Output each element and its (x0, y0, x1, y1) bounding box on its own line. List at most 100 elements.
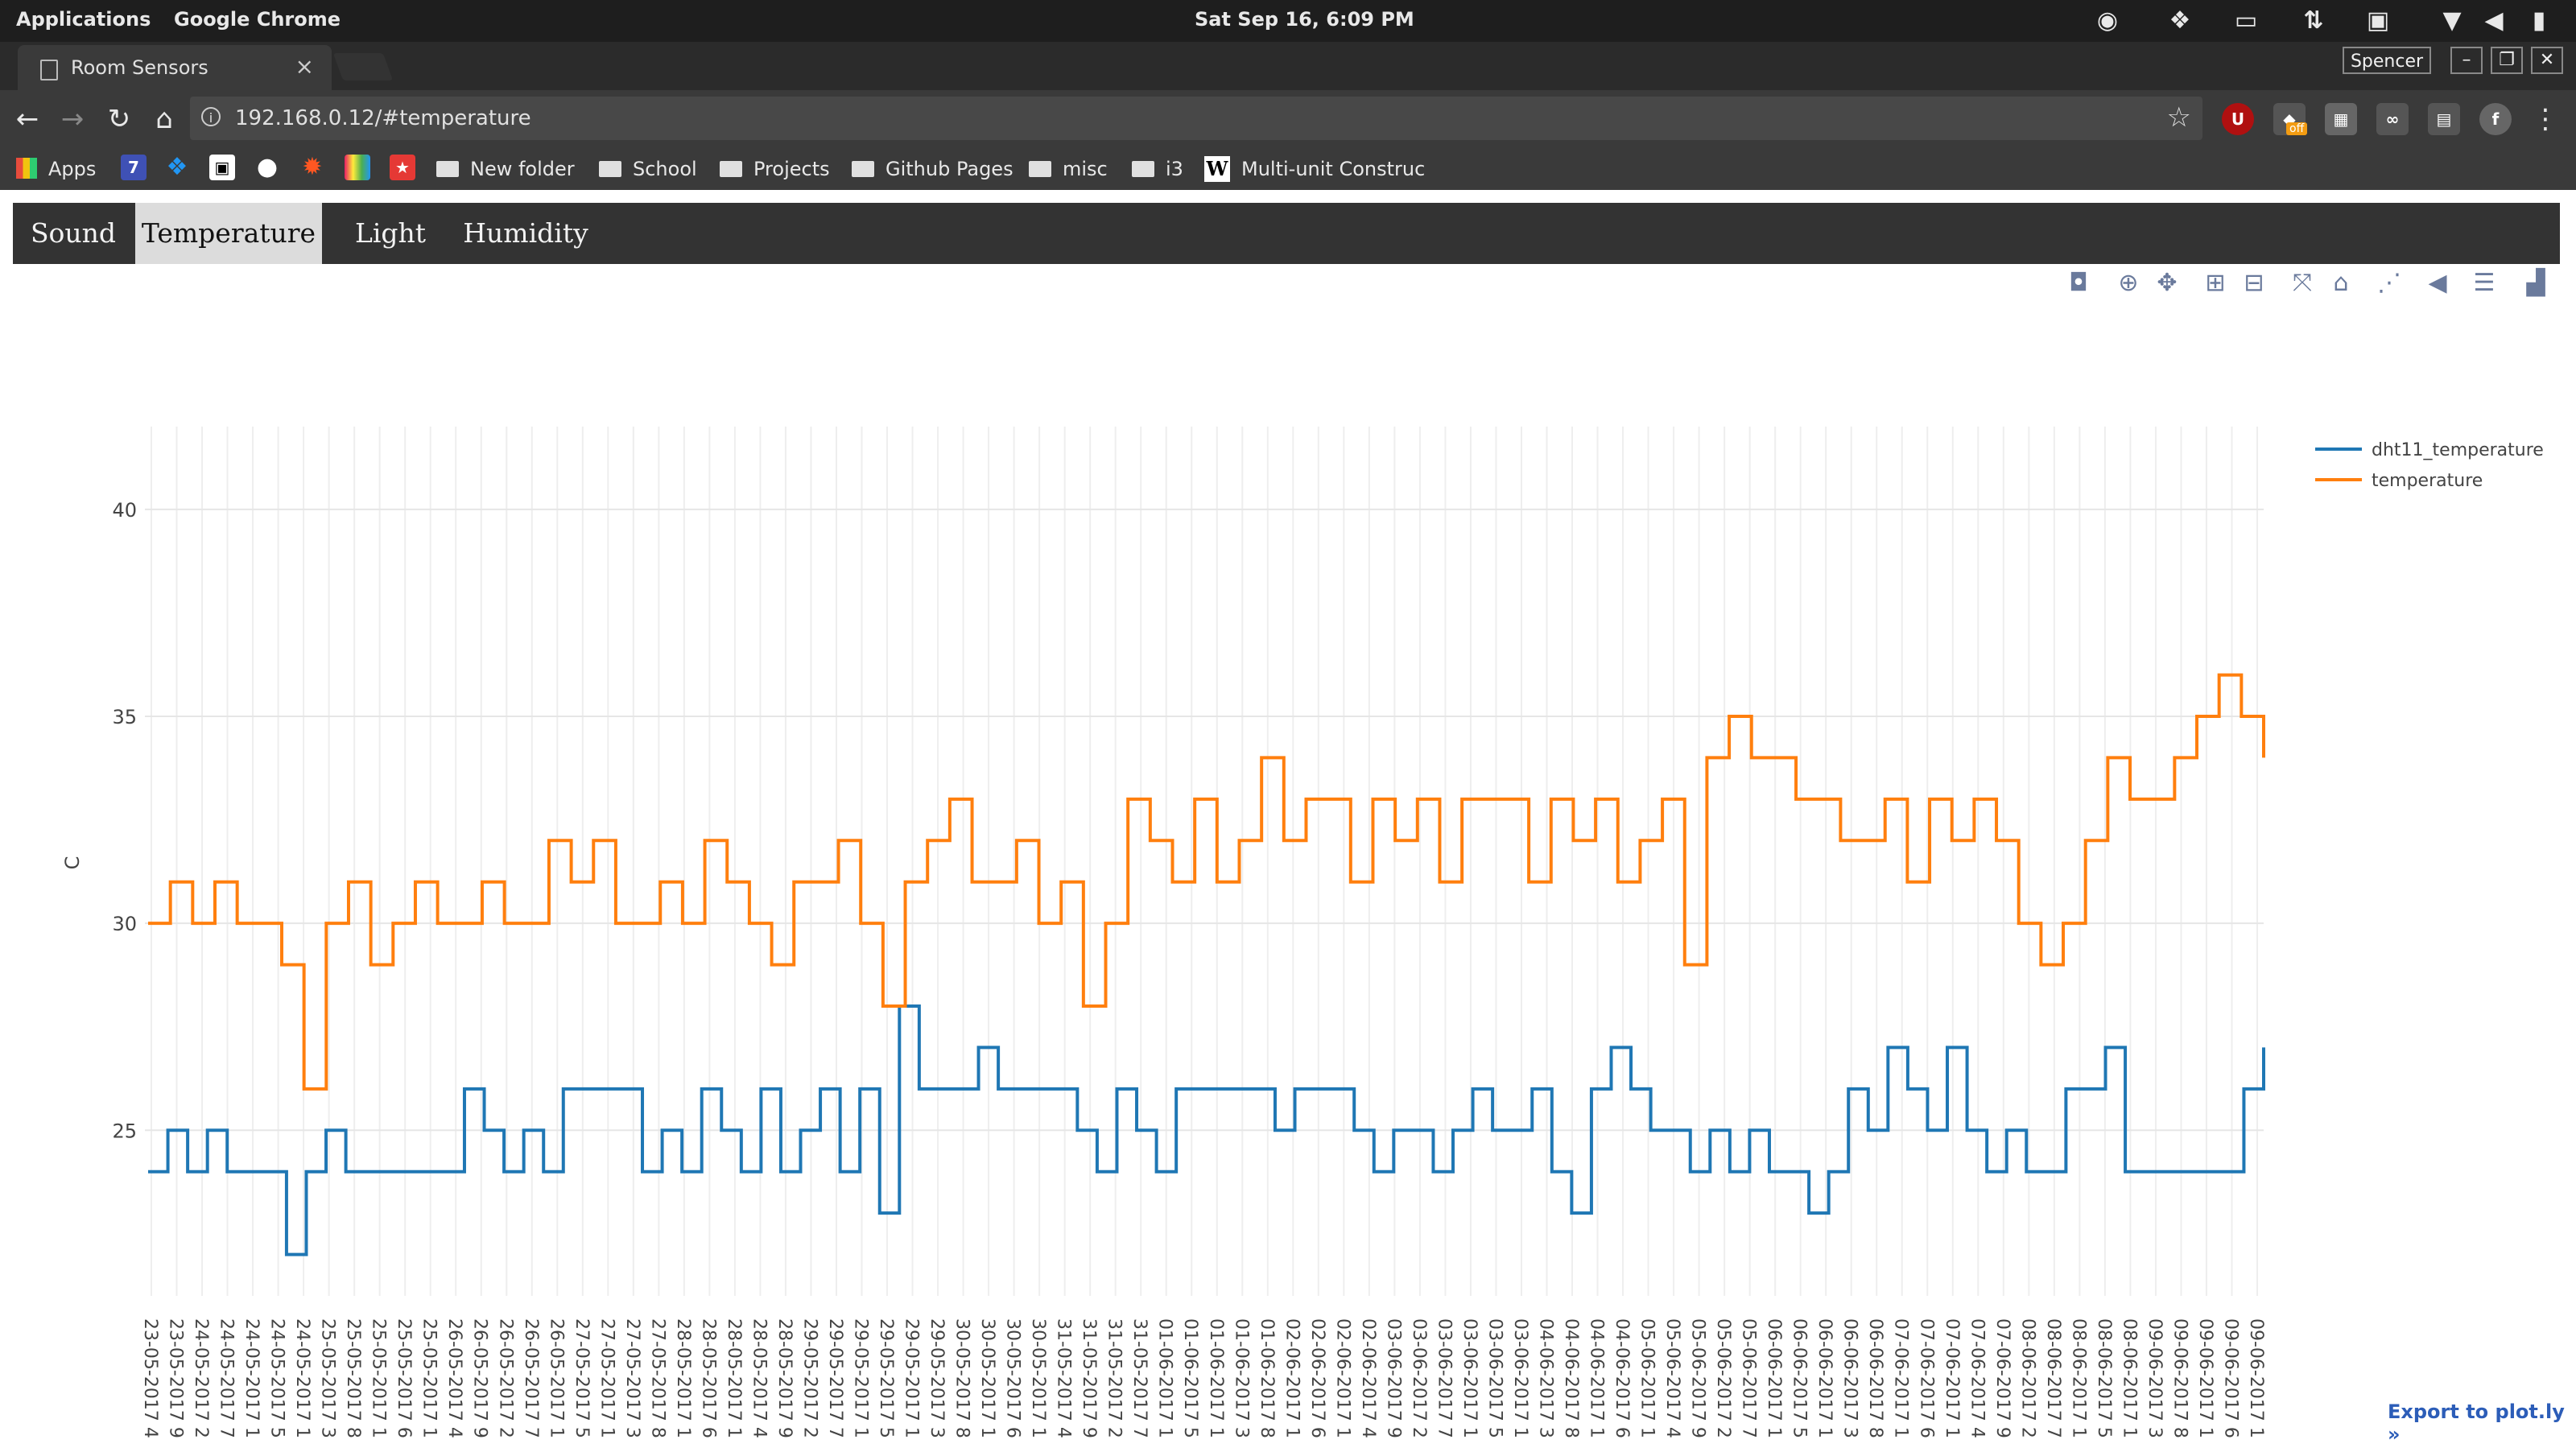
x-tick-label: 29-05-2017 7 (825, 1318, 845, 1438)
export-to-plotly-link[interactable]: Export to plot.ly » (2388, 1400, 2576, 1446)
address-bar[interactable]: i 192.168.0.12/#temperature ☆ (190, 97, 2202, 140)
incognito-extension-icon[interactable]: ∞ (2376, 103, 2409, 135)
steam-tray-icon[interactable]: ◉ (2093, 6, 2122, 35)
bookmark-folder[interactable]: i3 (1132, 155, 1183, 184)
bookmark-folder[interactable]: misc (1029, 155, 1108, 184)
x-tick-label: 08-06-2017 5 (2094, 1318, 2114, 1438)
gear-bookmark-icon[interactable]: ✹ (299, 155, 325, 180)
x-tick-label: 07-06-2017 4 (1967, 1318, 1987, 1438)
x-tick-label: 09-06-2017 3 (2145, 1318, 2165, 1438)
dropbox-tray-icon[interactable]: ❖ (2165, 6, 2194, 35)
tab-title: Room Sensors (71, 56, 208, 79)
x-tick-label: 05-06-2017 2 (1713, 1318, 1733, 1438)
reload-icon[interactable]: ↻ (100, 100, 138, 138)
chat-extension-icon[interactable]: ▤ (2428, 103, 2460, 135)
x-tick-label: 29-05-2017 1 (851, 1318, 871, 1438)
legend-entry[interactable]: dht11_temperature (2372, 440, 2544, 460)
browser-toolbar: ← → ↻ ⌂ i 192.168.0.12/#temperature ☆ U … (0, 90, 2576, 148)
menu-dots-icon[interactable]: ⋮ (2526, 100, 2565, 138)
x-tick-label: 09-06-2017 1 (2246, 1318, 2266, 1438)
x-tick-label: 28-05-2017 9 (774, 1318, 795, 1438)
x-tick-label: 06-06-2017 3 (1840, 1318, 1860, 1438)
dropbox-bookmark-icon[interactable]: ❖ (164, 155, 190, 180)
x-tick-label: 28-05-2017 1 (724, 1318, 744, 1438)
bookmark-apps[interactable]: Apps (16, 155, 96, 184)
tab-sound[interactable]: Sound (13, 203, 134, 264)
x-tick-label: 27-05-2017 5 (572, 1318, 592, 1438)
display-tray-icon[interactable]: ▭ (2231, 6, 2260, 35)
x-tick-label: 25-05-2017 3 (318, 1318, 338, 1438)
close-window-icon[interactable]: ✕ (2531, 47, 2563, 74)
x-tick-label: 26-05-2017 2 (495, 1318, 515, 1438)
x-tick-label: 24-05-2017 5 (267, 1318, 287, 1438)
x-tick-label: 23-05-2017 4 (140, 1318, 160, 1438)
tab-light[interactable]: Light (324, 203, 457, 264)
tab-temperature[interactable]: Temperature (135, 203, 322, 264)
bookmark-folder[interactable]: Projects (720, 155, 830, 184)
system-top-bar: Applications Google Chrome Sat Sep 16, 6… (0, 0, 2576, 42)
x-tick-label: 09-06-2017 1 (2195, 1318, 2215, 1438)
clipboard-tray-icon[interactable]: ▣ (2363, 6, 2392, 35)
profile-button[interactable]: Spencer (2343, 47, 2431, 74)
sensor-tabs: Sound Temperature Light Humidity (13, 203, 2560, 264)
fedora-extension-icon[interactable]: f (2479, 103, 2512, 135)
star-bookmark-icon[interactable]: ★ (390, 155, 415, 180)
x-tick-label: 01-06-2017 1 (1206, 1318, 1226, 1438)
series-line-temperature[interactable] (148, 673, 2265, 1091)
browser-tab-room-sensors[interactable]: Room Sensors × (18, 45, 332, 90)
x-tick-label: 01-06-2017 8 (1257, 1318, 1277, 1438)
close-tab-icon[interactable]: × (295, 53, 314, 80)
y-tick-label: 35 (112, 706, 137, 728)
bookmark-star-icon[interactable]: ☆ (2167, 101, 2191, 134)
x-tick-label: 04-06-2017 3 (1535, 1318, 1555, 1438)
minimize-window-icon[interactable]: – (2450, 47, 2483, 74)
x-tick-label: 28-05-2017 1 (673, 1318, 693, 1438)
terminal-bookmark-icon[interactable]: ▣ (209, 155, 235, 180)
x-tick-label: 04-06-2017 6 (1612, 1318, 1632, 1438)
bookmark-wikipedia[interactable]: W Multi-unit Construc (1204, 155, 1425, 184)
applications-menu[interactable]: Applications (16, 8, 151, 31)
x-tick-label: 03-06-2017 9 (1383, 1318, 1403, 1438)
x-tick-label: 25-05-2017 8 (343, 1318, 363, 1438)
x-tick-label: 26-05-2017 1 (546, 1318, 566, 1438)
bookmark-folder[interactable]: New folder (436, 155, 575, 184)
ublock-extension-icon[interactable]: U (2222, 103, 2254, 135)
address-url[interactable]: 192.168.0.12/#temperature (235, 106, 531, 130)
x-tick-label: 24-05-2017 1 (292, 1318, 312, 1438)
x-tick-label: 31-05-2017 4 (1054, 1318, 1074, 1438)
x-tick-label: 28-05-2017 4 (749, 1318, 769, 1438)
extension-icon[interactable]: ▦ (2325, 103, 2357, 135)
bookmark-folder[interactable]: School (599, 155, 697, 184)
y-axis-label: C (61, 856, 84, 870)
home-icon[interactable]: ⌂ (145, 100, 184, 138)
volume-tray-icon[interactable]: ◀ (2479, 6, 2508, 35)
forward-arrow-icon[interactable]: → (53, 100, 92, 138)
battery-tray-icon[interactable]: ▮ (2524, 6, 2553, 35)
system-clock[interactable]: Sat Sep 16, 6:09 PM (1195, 8, 1414, 31)
temperature-plot: 25 30 35 40 23-05-2017 4 23-05-2017 9 24-05-2… (0, 266, 2576, 1449)
x-tick-label: 02-06-2017 1 (1282, 1318, 1302, 1438)
x-tick-label: 01-06-2017 5 (1180, 1318, 1200, 1438)
x-tick-label: 29-05-2017 1 (902, 1318, 922, 1438)
bookmark-folder[interactable]: Github Pages (852, 155, 1013, 184)
wifi-tray-icon[interactable]: ▼ (2438, 6, 2467, 35)
site-info-icon[interactable]: i (201, 107, 221, 126)
calendar-bookmark-icon[interactable]: 7 (121, 155, 147, 180)
tab-humidity[interactable]: Humidity (449, 203, 602, 264)
bookmarks-bar: Apps 7 ❖ ▣ ● ✹ ★ New folder School Proje… (0, 148, 2576, 190)
new-tab-button[interactable] (332, 53, 394, 80)
x-tick-label: 05-06-2017 7 (1739, 1318, 1759, 1438)
x-tick-label: 27-05-2017 8 (647, 1318, 667, 1438)
temperature-chart[interactable]: 25303540 23-05-2017 4 23-05-2017 9 24-05-2… (0, 266, 2576, 1449)
network-tray-icon[interactable]: ⇅ (2299, 6, 2328, 35)
x-tick-label: 01-06-2017 1 (1155, 1318, 1175, 1438)
colors-bookmark-icon[interactable] (345, 155, 370, 180)
back-arrow-icon[interactable]: ← (8, 100, 47, 138)
x-tick-label: 09-06-2017 8 (2169, 1318, 2190, 1438)
y-tick-label: 25 (112, 1120, 137, 1142)
x-tick-label: 03-06-2017 5 (1484, 1318, 1505, 1438)
github-bookmark-icon[interactable]: ● (254, 155, 280, 180)
x-tick-label: 06-06-2017 1 (1764, 1318, 1784, 1438)
restore-window-icon[interactable]: ❐ (2491, 47, 2523, 74)
legend-entry[interactable]: temperature (2372, 471, 2483, 491)
